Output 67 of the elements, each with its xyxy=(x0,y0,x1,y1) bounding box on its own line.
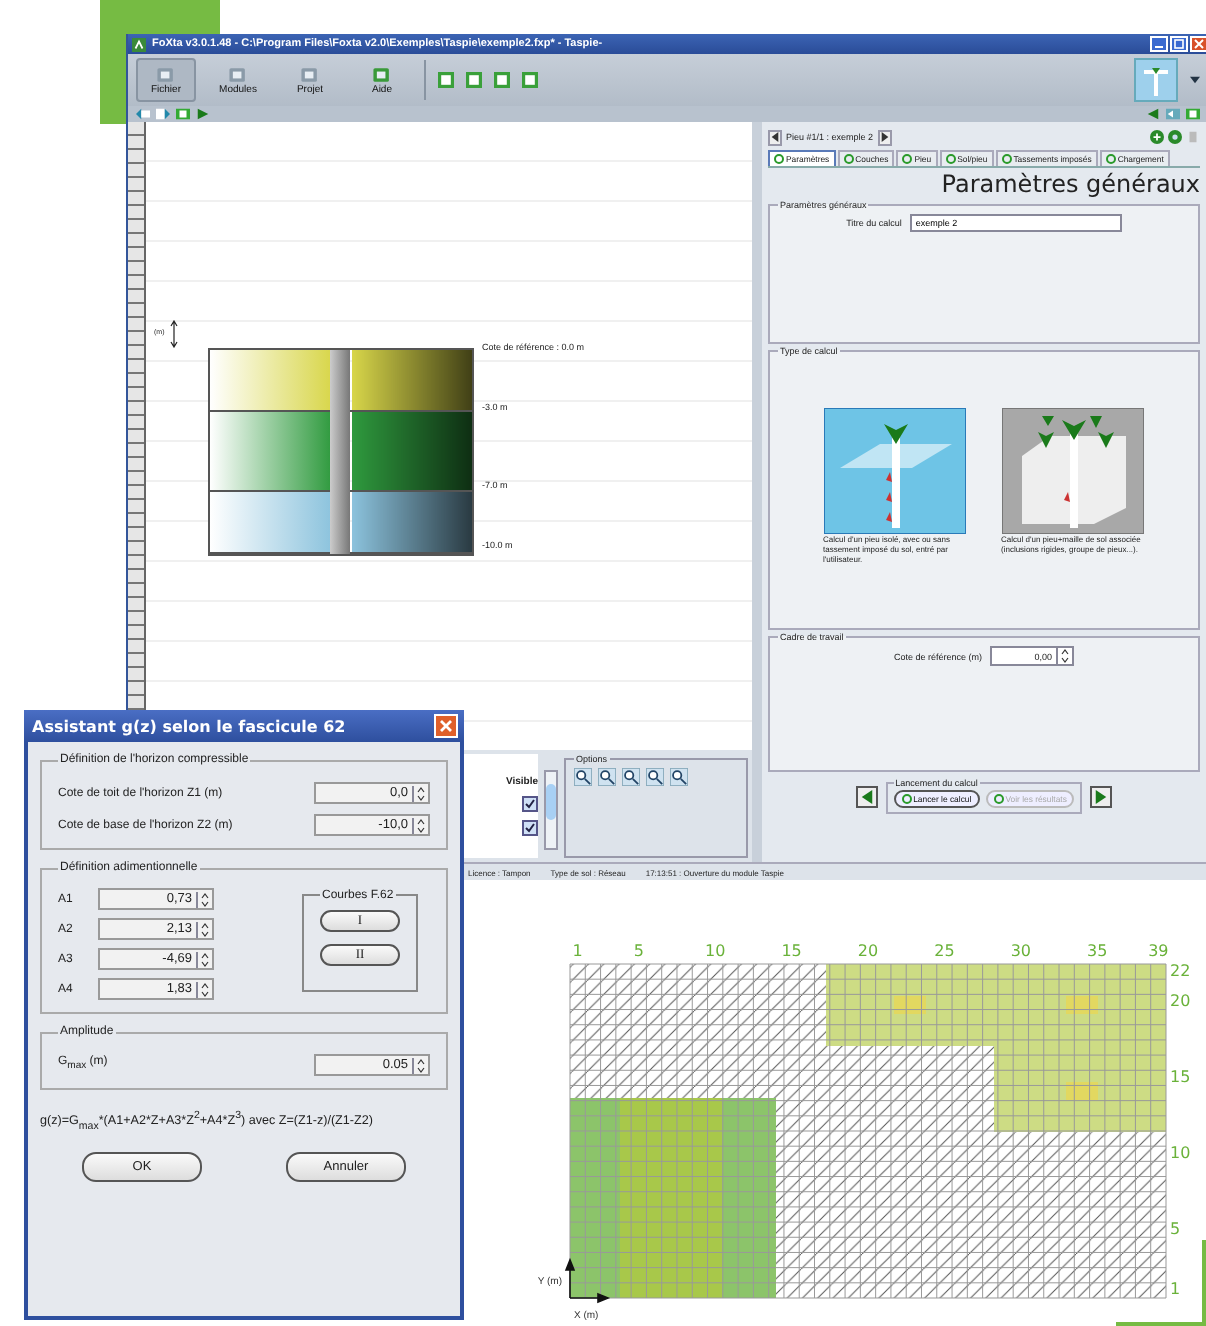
axis-tick-label: 20 xyxy=(857,942,879,960)
axis-tick-label: 22 xyxy=(1170,961,1191,980)
checkbox[interactable] xyxy=(522,796,538,812)
spinner-arrows-icon xyxy=(412,785,428,801)
next-button[interactable] xyxy=(877,129,892,145)
right-arrow-icon xyxy=(1094,789,1109,803)
pile-icon[interactable] xyxy=(1134,58,1178,102)
page-icon[interactable] xyxy=(176,108,190,120)
spinner-arrows-icon xyxy=(196,921,212,937)
axis-tick-label: 10 xyxy=(705,942,726,960)
close-button[interactable] xyxy=(434,714,458,738)
axis-tick-label: 30 xyxy=(1010,942,1031,960)
window-icon xyxy=(154,65,178,83)
zoom-icon[interactable] xyxy=(670,768,688,786)
zoom-icon[interactable] xyxy=(574,768,592,786)
axis-tick-label: 15 xyxy=(1170,1067,1191,1086)
spinner-arrows-icon xyxy=(196,951,212,967)
spinner-arrows-icon xyxy=(196,891,212,907)
page-icon[interactable] xyxy=(1186,108,1200,120)
maximize-icon xyxy=(1172,38,1186,50)
close-icon xyxy=(1192,38,1206,50)
spinner-arrows-icon xyxy=(196,981,212,997)
zoom-icon[interactable] xyxy=(646,768,664,786)
axis-tick-label: 1 xyxy=(1170,1280,1181,1299)
axis-tick-label: 5 xyxy=(1170,1219,1181,1238)
vertical-arrow-icon xyxy=(170,320,178,348)
window-icon xyxy=(226,65,250,83)
spinner-arrows-icon xyxy=(412,1057,428,1073)
checkbox[interactable] xyxy=(522,820,538,836)
single-pile-drawing[interactable] xyxy=(823,408,965,534)
axis-tick-label: 1 xyxy=(572,942,583,960)
previous-button[interactable] xyxy=(855,785,878,807)
previous-button[interactable] xyxy=(768,129,782,145)
help-icon xyxy=(370,65,394,83)
maximize-button[interactable] xyxy=(1170,36,1188,52)
soil-layer xyxy=(351,492,472,552)
corner-bracket xyxy=(1116,1240,1206,1326)
y-axis-arrow xyxy=(565,1257,575,1299)
axis-tick-label: 39 xyxy=(1148,942,1169,960)
right-arrow-icon xyxy=(879,132,890,142)
soil-layer xyxy=(351,350,472,410)
page-heading: Paramètres généraux xyxy=(939,170,1200,198)
scrollbar[interactable] xyxy=(544,770,558,850)
soil-layer xyxy=(351,412,472,490)
left-arrow-icon xyxy=(859,789,874,803)
axis-tick-label: 10 xyxy=(1170,1143,1191,1162)
spinner-arrows-icon xyxy=(1056,648,1073,664)
axis-tick-label: 35 xyxy=(1087,942,1108,960)
window-icon xyxy=(298,65,322,83)
app-icon xyxy=(132,37,146,51)
left-arrow-icon xyxy=(770,132,780,142)
minimize-button[interactable] xyxy=(1150,36,1168,52)
add-icon[interactable] xyxy=(1150,130,1164,144)
pile-group-drawing[interactable] xyxy=(1001,408,1143,534)
axis-tick-label: 25 xyxy=(934,942,955,960)
axis-tick-label: 5 xyxy=(633,942,644,960)
dialog-title: Assistant g(z) selon le fascicule 62 xyxy=(32,717,346,735)
axis-tick-label: 15 xyxy=(781,942,802,960)
close-icon xyxy=(438,718,454,734)
next-button[interactable] xyxy=(1090,785,1113,807)
zoom-icon[interactable] xyxy=(598,768,616,786)
caret-icon[interactable] xyxy=(1190,76,1200,84)
spinner-arrows-icon xyxy=(412,817,428,833)
x-axis-arrow xyxy=(569,1293,611,1303)
zoom-icon[interactable] xyxy=(622,768,640,786)
close-button[interactable] xyxy=(1190,36,1206,52)
axis-tick-label: 20 xyxy=(1170,991,1191,1010)
